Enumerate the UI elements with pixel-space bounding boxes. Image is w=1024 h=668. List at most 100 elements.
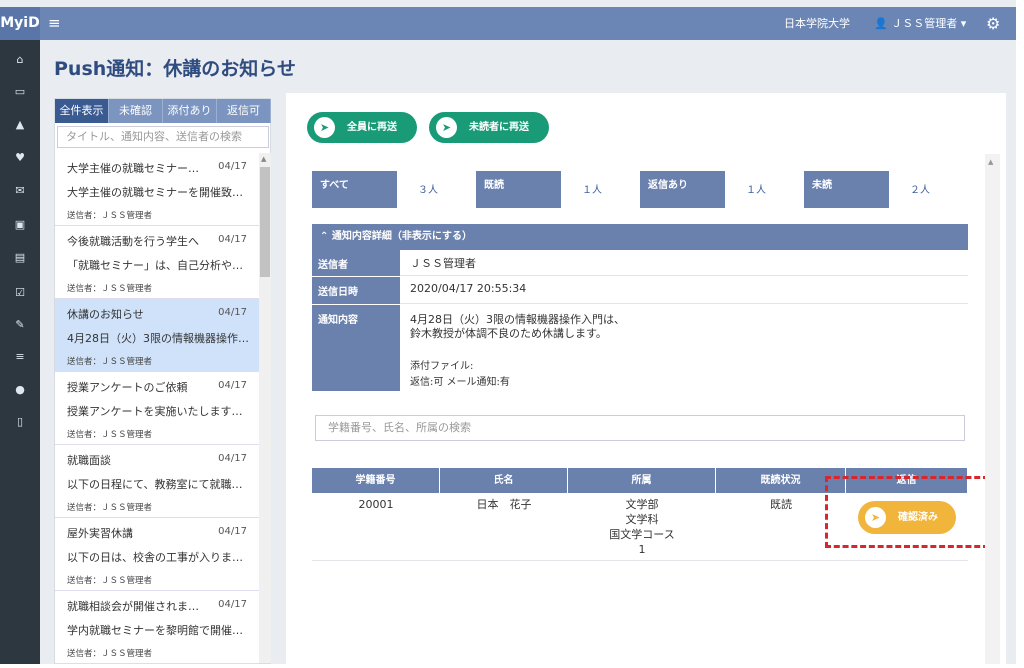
message-date: 04/17 xyxy=(218,307,247,318)
tab-unconfirmed[interactable]: 未確認 xyxy=(109,99,163,123)
list-item[interactable]: 授業アンケートのご依頼 04/17 授業アンケートを実施いたします… 送信者：ＪＳＳ管… xyxy=(55,372,259,445)
stat-unread-value[interactable]: ２人 xyxy=(910,181,930,196)
message-preview: 4月28日（火）3限の情報機器操作… xyxy=(67,332,249,345)
user-settings-icon[interactable]: ● xyxy=(0,380,40,400)
mobile-icon[interactable]: ▯ xyxy=(0,412,40,432)
list-item[interactable]: 就職面談 04/17 以下の日程にて、教務室にて就職… 送信者：ＪＳＳ管理者 xyxy=(55,445,259,518)
stat-replied-value[interactable]: １人 xyxy=(746,181,766,196)
highlight-annotation xyxy=(825,476,989,548)
datetime-value: 2020/04/17 20:55:34 xyxy=(400,277,968,304)
scroll-up-icon[interactable]: ▲ xyxy=(261,155,266,163)
stat-all-value[interactable]: ３人 xyxy=(418,181,438,196)
list-item[interactable]: 大学主催の就職セミナー… 04/17 大学主催の就職セミナーを開催致… 送信者：ＪＳＳ… xyxy=(55,153,259,226)
message-preview: 以下の日程にて、教務室にて就職… xyxy=(67,478,243,491)
message-title: 大学主催の就職セミナー… xyxy=(67,162,199,175)
heart-icon[interactable]: ♥ xyxy=(0,148,40,168)
message-preview: 以下の日は、校舎の工事が入りま… xyxy=(67,551,243,564)
chevron-up-icon: ⌃ xyxy=(320,231,329,242)
list-item[interactable]: 屋外実習休講 04/17 以下の日は、校舎の工事が入りま… 送信者：ＪＳＳ管理者 xyxy=(55,518,259,591)
reply-settings: 返信:可 メール通知:有 xyxy=(410,377,510,388)
list-item[interactable]: 休講のお知らせ 04/17 4月28日（火）3限の情報機器操作… 送信者：ＪＳＳ管理者 xyxy=(55,299,259,372)
tab-reply-allowed[interactable]: 返信可 xyxy=(217,99,271,123)
message-date: 04/17 xyxy=(218,599,247,610)
message-date: 04/17 xyxy=(218,453,247,464)
tab-all[interactable]: 全件表示 xyxy=(55,99,109,123)
message-preview: 学内就職セミナーを黎明館で開催… xyxy=(67,624,243,637)
user-menu[interactable]: 👤 ＪＳＳ管理者 ▾ xyxy=(874,7,966,40)
col-student-id: 学籍番号 xyxy=(312,468,440,493)
message-date: 04/17 xyxy=(218,526,247,537)
mail-icon[interactable]: ✉ xyxy=(0,181,40,201)
pencil-icon[interactable]: ✎ xyxy=(0,315,40,335)
stat-replied-label: 返信あり xyxy=(640,171,725,208)
tab-attachment[interactable]: 添付あり xyxy=(163,99,217,123)
message-sender: 送信者：ＪＳＳ管理者 xyxy=(67,576,153,586)
message-search-input[interactable]: タイトル、通知内容、送信者の検索 xyxy=(57,126,269,148)
message-title: 屋外実習休講 xyxy=(67,527,133,540)
list-item[interactable]: 就職相談会が開催されま… 04/17 学内就職セミナーを黎明館で開催… 送信者：ＪＳＳ… xyxy=(55,591,259,664)
home-icon[interactable]: ⌂ xyxy=(0,50,40,70)
user-name: ＪＳＳ管理者 ▾ xyxy=(891,17,967,30)
student-search-input[interactable]: 学籍番号、氏名、所属の検索 xyxy=(315,415,965,441)
message-sender: 送信者：ＪＳＳ管理者 xyxy=(67,503,153,513)
message-sender: 送信者：ＪＳＳ管理者 xyxy=(67,284,153,294)
send-icon: ➤ xyxy=(436,117,457,138)
stat-unread-label: 未読 xyxy=(804,171,889,208)
sender-label: 送信者 xyxy=(312,250,400,276)
scroll-up-icon[interactable]: ▲ xyxy=(988,158,993,166)
top-bar: MyiD ≡ 日本学院大学 👤 ＪＳＳ管理者 ▾ ⚙ xyxy=(0,7,1016,40)
message-sender: 送信者：ＪＳＳ管理者 xyxy=(67,430,153,440)
send-icon: ➤ xyxy=(314,117,335,138)
message-sender: 送信者：ＪＳＳ管理者 xyxy=(67,357,153,367)
detail-toggle[interactable]: ⌃ 通知内容詳細（非表示にする） xyxy=(312,224,968,250)
app-logo[interactable]: MyiD xyxy=(0,7,40,40)
message-date: 04/17 xyxy=(218,234,247,245)
message-preview: 授業アンケートを実施いたします… xyxy=(67,405,243,418)
calendar-check-icon[interactable]: ☑ xyxy=(0,283,40,303)
detail-scrollbar[interactable] xyxy=(985,154,1000,664)
message-title: 今後就職活動を行う学生へ xyxy=(67,235,199,248)
sidebar: ⌂ ▭ ▲ ♥ ✉ ▣ ▤ ☑ ✎ ≡ ● ▯ xyxy=(0,40,40,664)
message-sender: 送信者：ＪＳＳ管理者 xyxy=(67,649,153,659)
attachment-label: 添付ファイル: xyxy=(410,361,474,372)
col-name: 氏名 xyxy=(440,468,568,493)
stat-read-value[interactable]: １人 xyxy=(582,181,602,196)
stat-all-label: すべて xyxy=(312,171,397,208)
affiliation-course: 国文学コース xyxy=(609,528,675,541)
affiliation-faculty: 文学部 xyxy=(625,498,659,511)
database-icon[interactable]: ≡ xyxy=(0,347,40,367)
filter-tabs: 全件表示 未確認 添付あり 返信可 xyxy=(55,99,271,123)
message-preview: 大学主催の就職セミナーを開催致… xyxy=(67,186,243,199)
message-date: 04/17 xyxy=(218,161,247,172)
message-sender: 送信者：ＪＳＳ管理者 xyxy=(67,211,153,221)
content-line-2: 鈴木教授が体調不良のため休講します。 xyxy=(410,327,607,340)
app-frame: MyiD ≡ 日本学院大学 👤 ＪＳＳ管理者 ▾ ⚙ ⌂ ▭ ▲ ♥ ✉ ▣ ▤ ☑ ✎ ≡ ● ▯ … xyxy=(0,0,1016,664)
presentation-icon[interactable]: ▣ xyxy=(0,215,40,235)
message-date: 04/17 xyxy=(218,380,247,391)
affiliation-year: 1 xyxy=(638,543,646,556)
message-list-panel: 全件表示 未確認 添付あり 返信可 タイトル、通知内容、送信者の検索 大学主催の… xyxy=(54,98,271,664)
user-icon: 👤 xyxy=(874,17,888,30)
affiliation-department: 文学科 xyxy=(625,513,659,526)
col-affiliation: 所属 xyxy=(568,468,716,493)
message-title: 授業アンケートのご依頼 xyxy=(67,381,188,394)
resend-unread-button[interactable]: ➤ 未読者に再送 xyxy=(429,112,549,143)
message-title: 就職面談 xyxy=(67,454,111,467)
message-title: 休講のお知らせ xyxy=(67,308,144,321)
resend-all-button[interactable]: ➤ 全員に再送 xyxy=(307,112,417,143)
menu-icon[interactable]: ≡ xyxy=(48,7,61,40)
message-preview: 「就職セミナー」は、自己分析や… xyxy=(67,259,243,272)
id-card-icon[interactable]: ▭ xyxy=(0,82,40,102)
datetime-label: 送信日時 xyxy=(312,277,400,304)
book-icon[interactable]: ▤ xyxy=(0,248,40,268)
page-title: Push通知：休講のお知らせ xyxy=(54,58,296,80)
scrollbar-thumb[interactable] xyxy=(260,167,270,277)
bell-icon[interactable]: ▲ xyxy=(0,115,40,135)
list-item[interactable]: 今後就職活動を行う学生へ 04/17 「就職セミナー」は、自己分析や… 送信者：ＪＳＳ… xyxy=(55,226,259,299)
content-label: 通知内容 xyxy=(312,305,400,391)
student-name: 日本 花子 xyxy=(476,498,532,511)
gear-icon[interactable]: ⚙ xyxy=(986,7,1000,40)
message-title: 就職相談会が開催されま… xyxy=(67,600,199,613)
student-id: 20001 xyxy=(358,498,394,511)
sender-value: ＪＳＳ管理者 xyxy=(400,250,968,276)
